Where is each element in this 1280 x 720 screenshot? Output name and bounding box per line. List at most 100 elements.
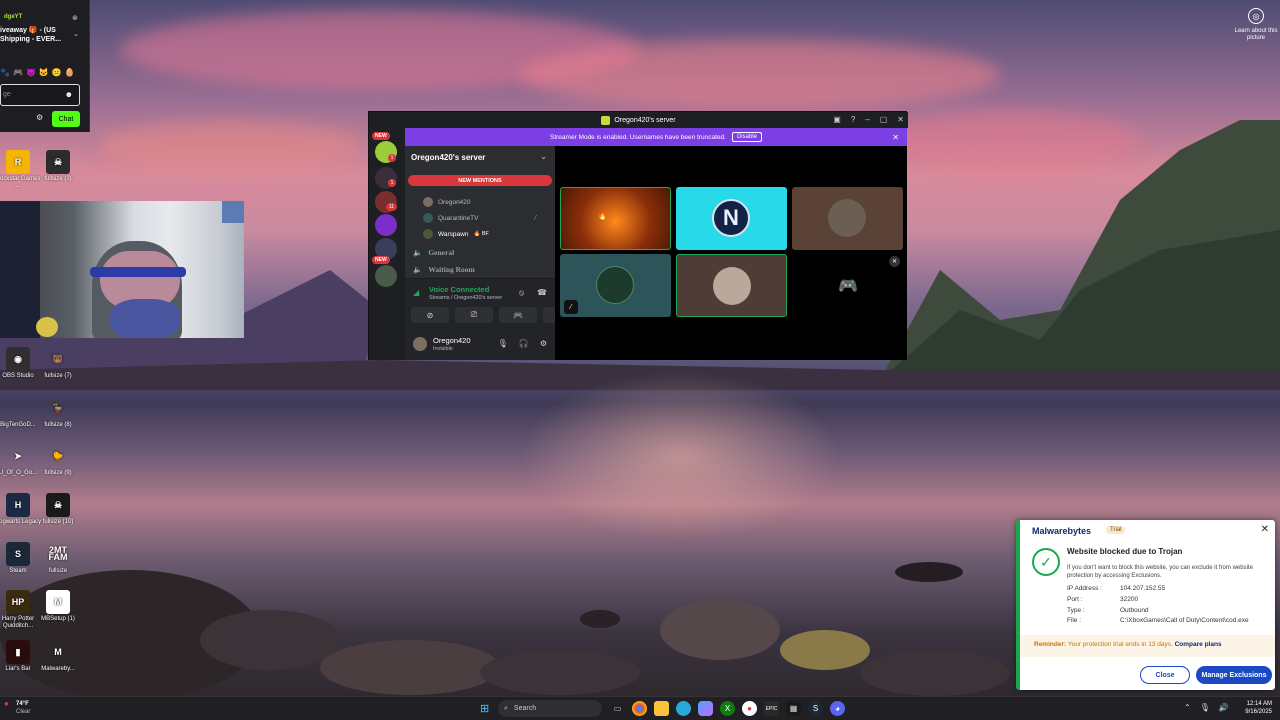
malwarebytes-logo: Malwarebytes — [1032, 526, 1092, 536]
steam-icon[interactable]: S — [808, 701, 823, 716]
close-icon[interactable]: ✕ — [897, 115, 904, 124]
emote-icon[interactable]: 😈 — [26, 68, 36, 77]
maximize-icon[interactable]: ▢ — [880, 115, 888, 124]
manage-exclusions-button[interactable]: Manage Exclusions — [1196, 666, 1272, 684]
new-badge: NEW — [372, 132, 390, 140]
microphone-icon[interactable]: 🎙 — [498, 339, 508, 348]
taskbar-search[interactable]: ⌕ Search — [498, 700, 602, 717]
desktop-icon[interactable]: 2MT FAM fullsize — [34, 542, 82, 575]
discord-titlebar[interactable]: Oregon420's server ▣ ? – ▢ ✕ — [369, 112, 908, 128]
video-tile[interactable]: 🔥 — [560, 187, 671, 250]
user-panel: Oregon420 Invisible 🎙 🎧 ⚙ — [405, 330, 555, 360]
activity-tile[interactable]: 🎮 — [792, 254, 903, 317]
help-icon[interactable]: ? — [851, 115, 855, 124]
close-icon[interactable]: ✕ — [1261, 524, 1269, 535]
noise-suppression-icon[interactable]: ⦸ — [519, 288, 524, 298]
server-name-header[interactable]: Oregon420's server — [411, 153, 485, 162]
file-explorer-icon[interactable] — [654, 701, 669, 716]
desktop-icon[interactable]: 🦆 fullsize (8) — [34, 396, 82, 429]
notification-badge: 11 — [386, 203, 397, 211]
video-tile[interactable]: N — [676, 187, 787, 250]
alert-description: If you don't want to block this website,… — [1067, 565, 1253, 579]
deafened-icon: ⁄ — [564, 300, 578, 314]
chat-send-button[interactable]: Chat — [52, 111, 80, 127]
voice-user-quarantinetv[interactable]: QuarantineTV ⁄ — [423, 213, 536, 223]
disconnect-icon[interactable]: ☎ — [537, 288, 547, 297]
voice-channel-general[interactable]: 🔈 General — [413, 248, 454, 257]
minimize-icon[interactable]: – — [865, 115, 869, 124]
chrome-icon[interactable] — [632, 701, 647, 716]
compare-plans-link[interactable]: Compare plans — [1175, 641, 1222, 648]
server-icon[interactable] — [375, 265, 397, 287]
emoji-icon[interactable]: ☻ — [65, 90, 73, 99]
n-logo-icon: N — [712, 199, 750, 237]
voice-user-oregon420[interactable]: Oregon420 — [423, 197, 471, 207]
desktop-icon[interactable]: 🐤 fullsize (9) — [34, 444, 82, 477]
close-icon[interactable]: ✕ — [892, 133, 899, 142]
video-tile[interactable] — [676, 254, 787, 317]
emote-icon[interactable]: 🎮 — [13, 68, 23, 77]
copilot-icon[interactable] — [698, 701, 713, 716]
desktop-icon-label: fullsize — [48, 568, 68, 574]
app-icon: ☠ — [46, 150, 70, 174]
epic-games-icon[interactable]: EPIC — [764, 701, 779, 716]
notification-badge: 1 — [388, 179, 396, 187]
headphones-icon[interactable]: 🎧 — [519, 339, 529, 348]
volume-icon[interactable]: 🔊 — [1219, 703, 1229, 712]
new-mentions-pill[interactable]: NEW MENTIONS — [408, 175, 552, 186]
video-tile[interactable]: ⁄ — [560, 254, 671, 317]
gear-icon[interactable]: ⚙ — [540, 339, 547, 348]
recording-icon[interactable]: ● — [742, 701, 757, 716]
close-button[interactable]: Close — [1140, 666, 1190, 684]
disable-streamer-mode-button[interactable]: Disable — [731, 132, 762, 142]
desktop-icon[interactable]: ☠ fullsize (10) — [34, 493, 82, 526]
app-icon: HP — [6, 590, 30, 614]
clock[interactable]: 12:14 AM 9/16/2025 — [1236, 700, 1272, 716]
app-icon: M — [46, 590, 70, 614]
voice-channel-waiting-room[interactable]: 🔈 Waiting Room — [413, 265, 475, 274]
chat-message-input[interactable]: ge ☻ — [0, 84, 80, 106]
server-icon[interactable] — [375, 214, 397, 236]
microphone-icon[interactable]: 🎙 — [1200, 703, 1210, 712]
emote-icon[interactable]: 🐱 — [39, 68, 49, 77]
screen-share-button[interactable]: ⎚ — [455, 307, 493, 323]
game-controller-icon: 🎮 — [838, 278, 858, 295]
avatar[interactable] — [413, 337, 427, 351]
xbox-icon[interactable]: X — [720, 701, 735, 716]
app-icon[interactable]: ▦ — [786, 701, 801, 716]
emote-bar[interactable]: 🐾 🎮 😈 🐱 😐 🥚 — [0, 68, 75, 77]
voice-user-warspawn[interactable]: Warspawn 🔥 BF — [423, 229, 489, 239]
desktop-icon[interactable]: 🐻 fullsize (7) — [34, 347, 82, 380]
desktop-icon[interactable]: M MBSetup (1) — [34, 590, 82, 623]
video-tile[interactable] — [792, 187, 903, 250]
emote-icon[interactable]: 😐 — [52, 68, 62, 77]
app-icon: H — [6, 493, 30, 517]
windows-start-icon[interactable]: ⊞ — [480, 702, 489, 715]
activity-button[interactable]: 🎮 — [499, 307, 537, 323]
detail-row: File : C:\XboxGames\Call of Duty\Content\… — [1067, 617, 1249, 624]
gear-icon[interactable]: ⚙ — [36, 113, 43, 122]
emote-icon[interactable]: 🥚 — [65, 68, 75, 77]
desktop-icon-label: fullsize (7) — [44, 373, 72, 379]
task-view-icon[interactable]: ▭ — [610, 701, 625, 716]
chevron-up-icon[interactable]: ⌃ — [1184, 703, 1191, 712]
desktop-icon-label: fullsize (8) — [44, 422, 72, 428]
desktop-icon[interactable]: ☠ fullsize (3) — [34, 150, 82, 183]
app-icon: ➤ — [14, 450, 22, 461]
weather-widget[interactable]: ● 74°F Clear — [4, 700, 30, 716]
inbox-icon[interactable]: ▣ — [833, 115, 841, 124]
server-list: NEW 1 1 11 NEW — [369, 128, 405, 360]
weather-icon: ● — [4, 699, 9, 708]
close-icon[interactable]: ⊗ — [72, 14, 78, 22]
emote-icon[interactable]: 🐾 — [0, 68, 10, 77]
discord-icon[interactable]: ◕ — [830, 701, 845, 716]
search-icon: ⌕ — [504, 704, 508, 712]
desktop-icon-label: fullsize (10) — [42, 519, 74, 525]
chevron-down-icon[interactable]: ⌄ — [73, 30, 79, 38]
camera-off-button[interactable]: ⊘ — [411, 307, 449, 323]
learn-about-picture-button[interactable]: ◎ Learn about this picture — [1234, 8, 1278, 42]
chevron-down-icon[interactable]: ⌄ — [540, 152, 547, 161]
desktop-icon[interactable]: M Malwareby... — [34, 640, 82, 673]
close-icon[interactable]: ✕ — [889, 256, 900, 267]
edge-icon[interactable] — [676, 701, 691, 716]
